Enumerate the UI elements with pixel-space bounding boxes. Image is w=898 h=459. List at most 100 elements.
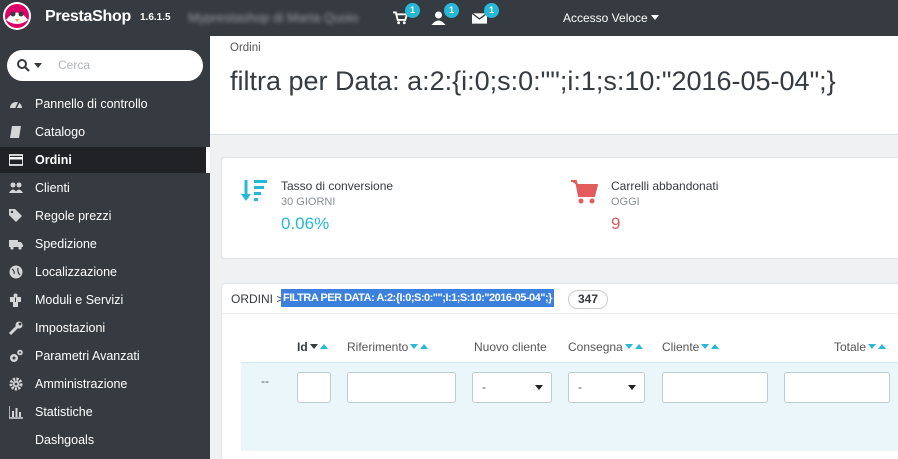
sidebar-item-dashgoals[interactable]: Dashgoals bbox=[0, 427, 210, 453]
search-scope-chevron-icon[interactable] bbox=[34, 63, 42, 68]
sort-asc-icon[interactable] bbox=[634, 344, 643, 349]
select-value: - bbox=[578, 380, 582, 394]
sidebar-item-localization[interactable]: Localizzazione bbox=[0, 259, 210, 285]
sidebar-item-customers[interactable]: Clienti bbox=[0, 175, 210, 201]
orders-count-badge: 347 bbox=[568, 290, 609, 309]
sort-desc-icon[interactable] bbox=[868, 344, 877, 349]
sidebar: Cerca Pannello di controllo Catalogo Ord… bbox=[0, 36, 210, 459]
sort-desc-icon[interactable] bbox=[309, 344, 318, 349]
select-value: - bbox=[482, 380, 486, 394]
sidebar-item-catalog[interactable]: Catalogo bbox=[0, 119, 210, 145]
sidebar-item-label: Localizzazione bbox=[35, 265, 117, 279]
kpi-conversion-value: 0.06% bbox=[281, 214, 330, 233]
column-header-total[interactable]: Totale bbox=[834, 340, 887, 354]
sidebar-item-label: Dashgoals bbox=[35, 433, 95, 447]
panel-breadcrumb: ORDINI > bbox=[231, 292, 284, 306]
sort-asc-icon[interactable] bbox=[420, 344, 429, 349]
brand-name[interactable]: PrestaShop bbox=[45, 8, 131, 26]
search-box[interactable]: Cerca bbox=[7, 50, 203, 81]
sidebar-item-administration[interactable]: Amministrazione bbox=[0, 371, 210, 397]
puzzle-icon bbox=[10, 293, 21, 307]
sidebar-item-orders[interactable]: Ordini bbox=[0, 147, 210, 173]
sort-asc-icon[interactable] bbox=[878, 344, 887, 349]
sidebar-item-label: Clienti bbox=[35, 181, 70, 195]
column-label: Totale bbox=[834, 340, 867, 354]
gear-icon bbox=[9, 377, 23, 391]
sort-desc-icon[interactable] bbox=[624, 344, 633, 349]
column-label: Cliente bbox=[662, 340, 700, 354]
sidebar-item-dashboard[interactable]: Pannello di controllo bbox=[0, 91, 210, 117]
shop-name-link[interactable]: Myprestashop di Marta Quoio bbox=[188, 10, 359, 25]
prestashop-logo-icon[interactable] bbox=[2, 1, 32, 31]
page-title: filtra per Data: a:2:{i:0;s:0:"";i:1;s:1… bbox=[230, 66, 836, 96]
sidebar-item-label: Regole prezzi bbox=[35, 209, 112, 223]
bar-chart-icon bbox=[9, 406, 23, 419]
breadcrumb[interactable]: Ordini bbox=[230, 42, 261, 54]
globe-icon bbox=[9, 265, 23, 279]
column-label: Nuovo cliente bbox=[474, 340, 547, 354]
filter-customer-input[interactable] bbox=[662, 372, 768, 403]
sort-asc-icon[interactable] bbox=[319, 344, 328, 349]
sidebar-item-label: Statistiche bbox=[35, 405, 93, 419]
sort-amount-desc-icon bbox=[241, 180, 267, 201]
search-input[interactable]: Cerca bbox=[58, 58, 90, 72]
sidebar-item-statistics[interactable]: Statistiche bbox=[0, 399, 210, 425]
bulk-action-placeholder: -- bbox=[261, 374, 269, 388]
panel-heading: ORDINI > FILTRA PER DATA: A:2:{I:0;S:0:"… bbox=[222, 284, 898, 314]
sidebar-item-advanced-parameters[interactable]: Parametri Avanzati bbox=[0, 343, 210, 369]
sidebar-item-label: Spedizione bbox=[35, 237, 97, 251]
sidebar-item-label: Moduli e Servizi bbox=[35, 293, 124, 307]
tags-icon bbox=[9, 209, 22, 222]
column-label: Riferimento bbox=[347, 340, 409, 354]
filter-total-input[interactable] bbox=[784, 372, 890, 403]
sidebar-item-label: Parametri Avanzati bbox=[35, 349, 140, 363]
sidebar-item-label: Ordini bbox=[35, 153, 72, 167]
book-icon bbox=[10, 126, 21, 138]
search-icon[interactable] bbox=[17, 59, 30, 72]
quick-access-menu[interactable]: Accesso Veloce bbox=[563, 11, 659, 25]
filter-delivery-select[interactable]: - bbox=[568, 372, 645, 403]
sidebar-item-label: Amministrazione bbox=[35, 377, 128, 391]
cogs-icon bbox=[10, 349, 23, 362]
sort-desc-icon[interactable] bbox=[410, 344, 419, 349]
filter-new-client-select[interactable]: - bbox=[472, 372, 552, 403]
filter-reference-input[interactable] bbox=[347, 372, 456, 403]
filter-id-input[interactable] bbox=[297, 372, 331, 403]
active-filter-label: FILTRA PER DATA: A:2:{I:0;S:0:"";I:1;S:1… bbox=[281, 289, 554, 307]
sidebar-item-label: Catalogo bbox=[35, 125, 86, 139]
kpi-abandoned-carts-value: 9 bbox=[611, 214, 621, 233]
sidebar-item-modules[interactable]: Moduli e Servizi bbox=[0, 287, 210, 313]
dashboard-icon bbox=[10, 101, 22, 109]
page-header: Ordini filtra per Data: a:2:{i:0;s:0:"";… bbox=[210, 36, 898, 135]
column-header-new-client: Nuovo cliente bbox=[474, 340, 547, 354]
kpi-abandoned-carts-title: Carrelli abbandonati bbox=[611, 179, 719, 193]
chevron-down-icon bbox=[535, 385, 543, 390]
chevron-down-icon bbox=[628, 385, 636, 390]
column-header-customer[interactable]: Cliente bbox=[662, 340, 720, 354]
kpi-row: Tasso di conversione 30 GIORNI 0.06% Car… bbox=[221, 157, 898, 259]
top-header: PrestaShop 1.6.1.5 Myprestashop di Marta… bbox=[0, 0, 898, 36]
column-label: Id bbox=[297, 340, 308, 354]
sidebar-item-price-rules[interactable]: Regole prezzi bbox=[0, 203, 210, 229]
sort-desc-icon[interactable] bbox=[701, 344, 710, 349]
sidebar-item-settings[interactable]: Impostazioni bbox=[0, 315, 210, 341]
sidebar-item-label: Impostazioni bbox=[35, 321, 106, 335]
chevron-down-icon bbox=[650, 15, 659, 20]
column-header-reference[interactable]: Riferimento bbox=[347, 340, 429, 354]
customers-badge: 1 bbox=[444, 3, 459, 18]
kpi-abandoned-carts-period: OGGI bbox=[611, 196, 640, 208]
sidebar-item-shipping[interactable]: Spedizione bbox=[0, 231, 210, 257]
column-header-id[interactable]: Id bbox=[297, 340, 328, 354]
orders-badge: 1 bbox=[405, 3, 420, 18]
sort-asc-icon[interactable] bbox=[711, 344, 720, 349]
kpi-conversion-title: Tasso di conversione bbox=[281, 179, 394, 193]
quick-access-label: Accesso Veloce bbox=[563, 11, 648, 25]
truck-icon bbox=[9, 240, 23, 250]
shopping-cart-icon bbox=[571, 180, 598, 204]
kpi-conversion-period: 30 GIORNI bbox=[281, 196, 336, 208]
version-label: 1.6.1.5 bbox=[140, 12, 171, 23]
column-label: Consegna bbox=[568, 340, 623, 354]
credit-card-icon bbox=[9, 154, 23, 166]
users-icon bbox=[9, 182, 23, 193]
column-header-delivery[interactable]: Consegna bbox=[568, 340, 643, 354]
